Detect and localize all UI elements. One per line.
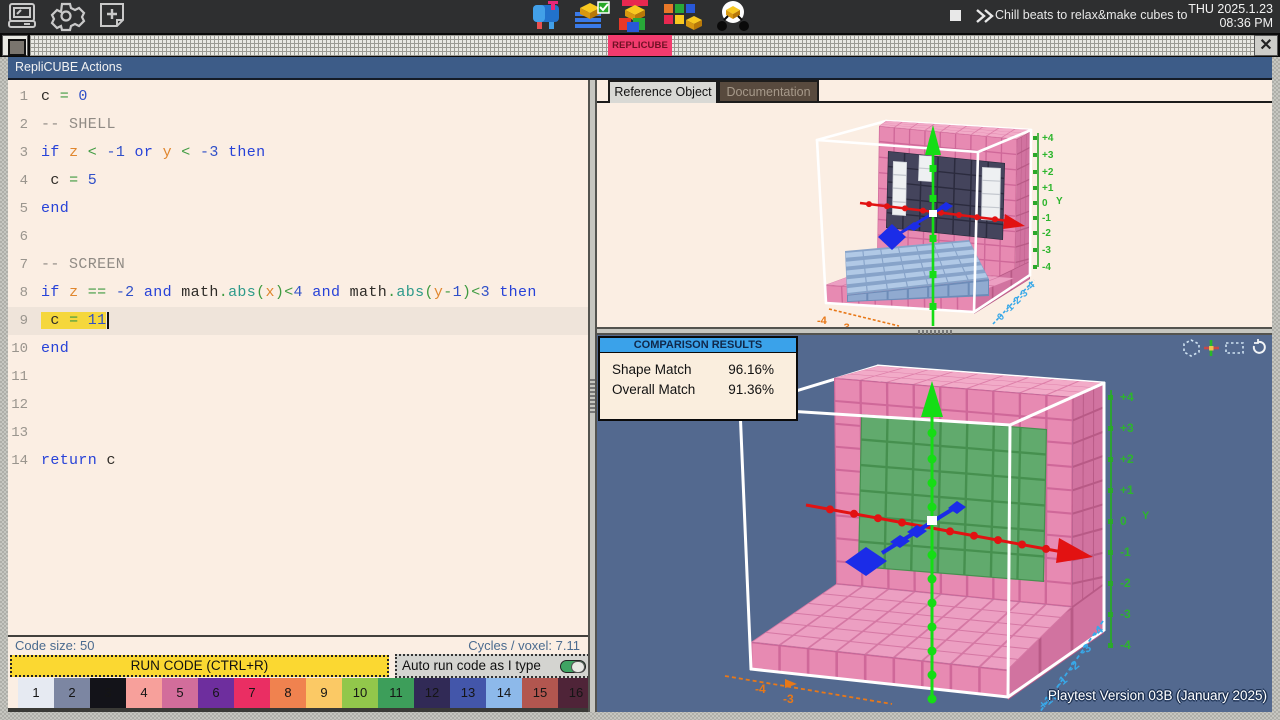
svg-text:Y: Y — [1056, 196, 1063, 207]
svg-text:+2: +2 — [1120, 452, 1134, 466]
svg-text:+2: +2 — [1042, 167, 1054, 178]
svg-text:-4: -4 — [755, 682, 766, 696]
svg-text:+4: +4 — [1120, 390, 1134, 404]
svg-text:+1: +1 — [1120, 483, 1134, 497]
svg-text:-3: -3 — [1042, 245, 1051, 256]
svg-text:+1: +1 — [1042, 183, 1054, 194]
svg-text:Y: Y — [1142, 510, 1150, 522]
svg-text:-4: -4 — [817, 315, 828, 327]
svg-text:-3: -3 — [1120, 607, 1131, 621]
svg-text:-1: -1 — [1120, 545, 1131, 559]
svg-text:-3: -3 — [783, 692, 794, 706]
svg-text:-2: -2 — [1120, 576, 1131, 590]
svg-text:-2: -2 — [1042, 228, 1051, 239]
svg-text:0: 0 — [1120, 514, 1127, 528]
svg-text:0: 0 — [1042, 198, 1048, 209]
svg-text:+3: +3 — [1042, 150, 1054, 161]
svg-text:-4: -4 — [1042, 262, 1051, 273]
svg-text:+3: +3 — [1120, 421, 1134, 435]
svg-text:-4: -4 — [1120, 638, 1131, 652]
svg-text:+4: +4 — [1042, 133, 1054, 144]
svg-text:-2: -2 — [1065, 658, 1082, 676]
svg-text:-1: -1 — [1042, 213, 1051, 224]
